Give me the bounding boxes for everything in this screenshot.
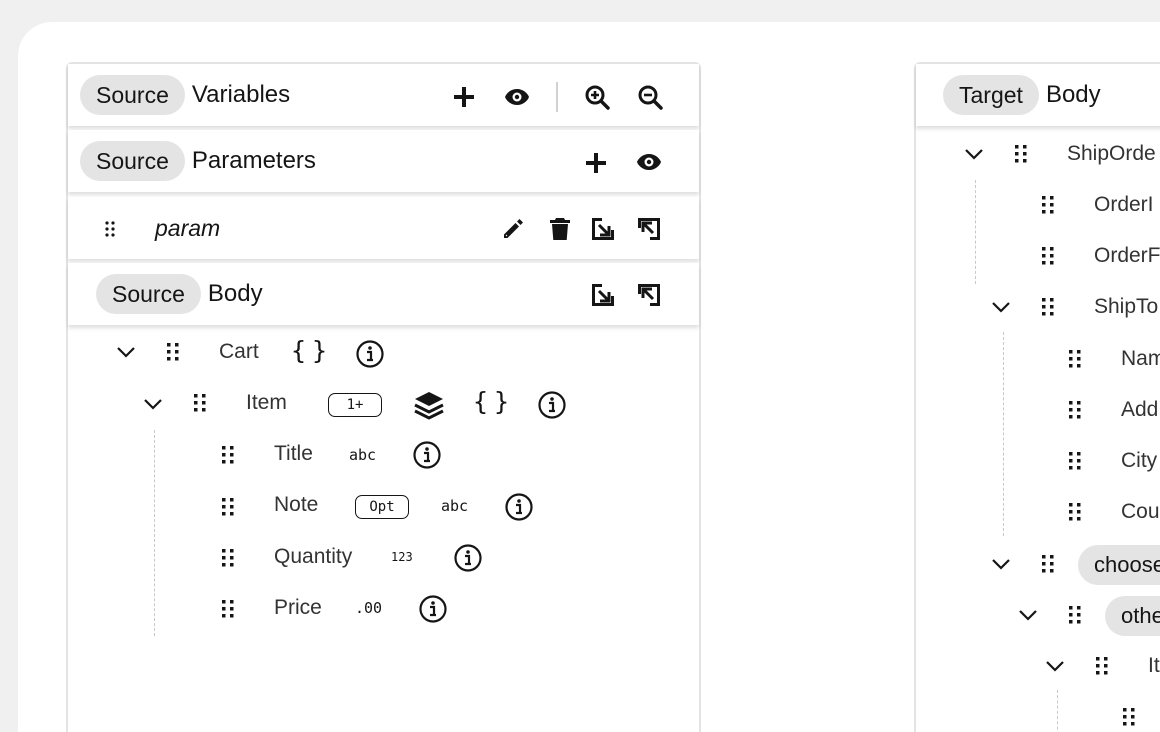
trash-icon[interactable] [545,214,575,244]
chevron-down-icon[interactable] [989,552,1013,576]
chevron-down-icon[interactable] [114,340,138,364]
info-circle-icon[interactable] [504,492,534,522]
cardinality-badge: 1+ [328,393,382,417]
import-icon[interactable] [588,280,618,310]
type-decimal-icon: .00 [355,599,383,617]
variables-title: Variables [191,81,291,108]
node-label: ShipTo [1094,295,1159,318]
drag-grip-icon[interactable] [192,392,208,414]
export-icon[interactable] [634,214,664,244]
chevron-down-icon[interactable] [141,392,165,416]
node-label: Cart [219,340,259,363]
source-tag: Source [96,274,201,314]
drag-grip-icon[interactable] [1013,143,1029,165]
chevron-down-icon[interactable] [962,142,986,166]
drag-grip-icon[interactable] [1094,655,1110,677]
chevron-down-icon[interactable] [1043,654,1067,678]
drag-grip-icon[interactable] [1067,501,1083,523]
otherwise-tag: othe [1105,596,1160,636]
optional-badge: Opt [355,495,409,519]
node-label: Price [274,596,322,619]
plus-icon[interactable] [581,148,611,178]
node-label: Add [1121,398,1159,421]
drag-grip-icon[interactable] [1067,399,1083,421]
node-label: Cou [1121,500,1160,523]
drag-grip-icon[interactable] [1040,553,1056,575]
type-string-icon: abc [441,497,469,515]
source-tag: Source [80,141,185,181]
type-string-icon: abc [349,446,377,464]
param-name: param [155,215,221,241]
node-label: Item [246,391,287,414]
info-circle-icon[interactable] [418,594,448,624]
info-circle-icon[interactable] [355,339,385,369]
zoom-in-icon[interactable] [582,82,612,112]
drag-grip-icon[interactable] [165,341,181,363]
drag-grip-icon[interactable] [1040,194,1056,216]
parameters-title: Parameters [191,147,316,174]
drag-grip-icon[interactable] [1040,245,1056,267]
tree-guide-line [154,430,155,636]
node-label: OrderI [1094,193,1154,216]
choose-tag: choose [1078,545,1160,585]
type-number-icon: 123 [391,550,413,564]
target-tag: Target [943,75,1039,115]
drag-grip-icon[interactable] [220,598,236,620]
node-label: Quantity [274,545,353,568]
source-tag: Source [80,75,185,115]
info-circle-icon[interactable] [453,543,483,573]
drag-grip-icon[interactable] [1121,706,1137,728]
node-label: OrderF [1094,244,1160,267]
object-braces-icon: {} [291,336,334,365]
drag-grip-icon[interactable] [104,220,116,238]
node-label: Note [274,493,319,516]
export-icon[interactable] [634,280,664,310]
drag-grip-icon[interactable] [220,496,236,518]
drag-grip-icon[interactable] [1040,296,1056,318]
chevron-down-icon[interactable] [989,295,1013,319]
import-icon[interactable] [588,214,618,244]
body-title: Body [207,280,263,307]
node-label: City [1121,449,1158,472]
chevron-down-icon[interactable] [1016,603,1040,627]
tree-guide-line [1003,332,1004,536]
node-label: Nam [1121,347,1160,370]
drag-grip-icon[interactable] [1067,604,1083,626]
zoom-out-icon[interactable] [635,82,665,112]
info-circle-icon[interactable] [537,390,567,420]
info-circle-icon[interactable] [412,440,442,470]
pencil-icon[interactable] [498,214,528,244]
node-label: Title [274,442,313,465]
target-body-header: Target Body [916,64,1160,126]
drag-grip-icon[interactable] [220,547,236,569]
node-label: ShipOrde [1067,142,1156,165]
target-body-title: Body [1045,81,1101,108]
toolbar-separator [556,82,558,112]
node-label: It [1148,654,1160,677]
tree-guide-line [1057,690,1058,732]
layers-icon [414,392,444,420]
drag-grip-icon[interactable] [220,444,236,466]
plus-icon[interactable] [449,82,479,112]
eye-icon[interactable] [502,82,532,112]
drag-grip-icon[interactable] [1067,450,1083,472]
eye-icon[interactable] [634,147,664,177]
drag-grip-icon[interactable] [1067,348,1083,370]
tree-guide-line [975,180,976,284]
object-braces-icon: {} [473,387,516,416]
